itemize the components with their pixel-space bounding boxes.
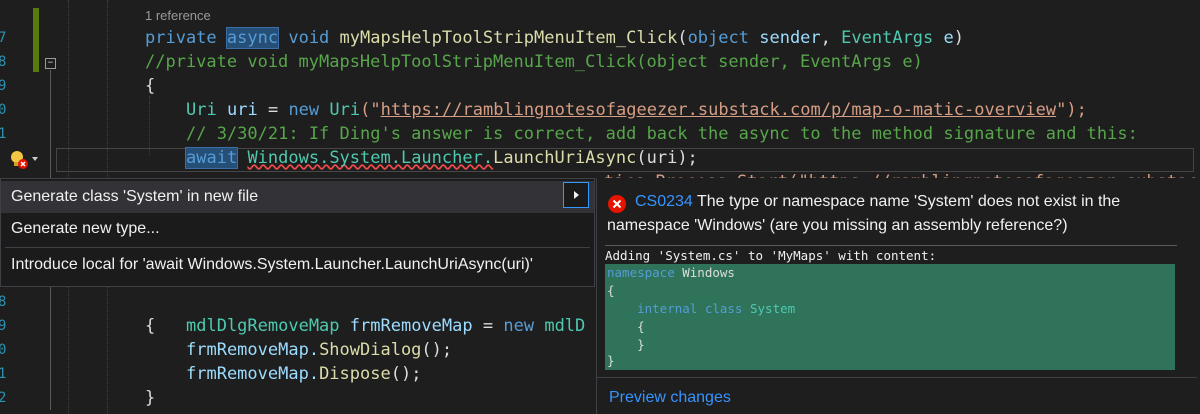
keyword: internal class: [607, 301, 743, 316]
method-name: Dispose: [319, 364, 391, 384]
preview-separator: [597, 377, 1197, 378]
variable: frmRemoveMap.: [186, 340, 320, 360]
chevron-right-icon: [574, 191, 579, 199]
namespace: Windows: [674, 265, 735, 280]
code-line: mdlDlgRemoveMap frmRemoveMap = new mdlD: [186, 314, 585, 338]
param: e: [943, 28, 954, 48]
adding-file-notice: Adding 'System.cs' to 'MyMaps' with cont…: [605, 245, 1177, 263]
diff-preview: namespace Windows { internal class Syste…: [605, 264, 1175, 370]
diff-line: {: [607, 319, 645, 334]
param: sender: [759, 28, 821, 48]
string: ");: [1056, 100, 1087, 120]
comment-line: // 3/30/21: If Ding's answer is correct,…: [186, 124, 1138, 144]
brace: {: [145, 76, 156, 96]
type-name: Uri: [329, 100, 361, 120]
diff-line: {: [607, 283, 615, 298]
menu-item-introduce-local[interactable]: Introduce local for 'await Windows.Syste…: [1, 249, 594, 281]
keyword-highlighted: await: [184, 147, 239, 169]
punct: =: [267, 100, 279, 120]
punct: ();: [390, 364, 422, 384]
diff-line: internal class System: [607, 300, 795, 318]
error-description: CS0234 The type or namespace name 'Syste…: [607, 190, 1187, 238]
code-line: frmRemoveMap.Dispose();: [186, 362, 421, 386]
preview-changes-link[interactable]: Preview changes: [609, 389, 731, 407]
variable: frmRemoveMap.: [186, 364, 320, 384]
variable: uri: [226, 100, 258, 120]
error-squiggle: Windows.System.Launcher.: [247, 148, 493, 168]
type-name: System: [742, 301, 796, 316]
menu-separator: [5, 247, 590, 248]
punct: ();: [421, 340, 453, 360]
keyword: object: [687, 28, 749, 48]
lightbulb-error-icon: [11, 151, 38, 169]
submenu-expand-button[interactable]: [563, 182, 589, 208]
method-name: LaunchUriAsync: [493, 148, 637, 168]
code-line: frmRemoveMap.ShowDialog();: [186, 338, 452, 362]
type-name: EventArgs: [841, 28, 934, 48]
type-name: mdlD: [544, 316, 586, 336]
type-name: Uri: [186, 100, 217, 120]
keyword: new: [288, 100, 320, 120]
brace: {: [145, 316, 156, 336]
menu-item-generate-class[interactable]: Generate class 'System' in new file: [1, 181, 594, 213]
diff-line: }: [607, 353, 615, 368]
url-link[interactable]: https://ramblingnotesofageezer.substack.…: [381, 100, 1057, 120]
quick-actions-lightbulb[interactable]: [6, 148, 42, 172]
punct: =: [482, 316, 494, 336]
keyword: namespace: [607, 265, 675, 280]
namespace: Windows.System.Launcher.: [247, 148, 494, 168]
reference-codelens[interactable]: 1 reference: [145, 8, 211, 23]
preview-pane: CS0234 The type or namespace name 'Syste…: [596, 178, 1197, 414]
code-line: private async void myMapsHelpToolStripMe…: [145, 26, 964, 50]
type-name: mdlDlgRemoveMap: [186, 316, 340, 336]
quick-actions-menu: Generate class 'System' in new file Gene…: [0, 178, 595, 287]
method-name: myMapsHelpToolStripMenuItem_Click: [339, 28, 678, 48]
diff-line: namespace Windows: [607, 264, 735, 282]
keyword: private: [145, 28, 217, 48]
punct: ,: [820, 28, 831, 48]
variable: frmRemoveMap: [349, 316, 473, 336]
keyword: new: [503, 316, 535, 336]
punct: (: [677, 28, 688, 48]
string: (": [360, 100, 381, 120]
code-line: Uri uri = new Uri("https://ramblingnotes…: [186, 98, 1087, 122]
menu-item-generate-type[interactable]: Generate new type...: [1, 213, 594, 245]
code-line[interactable]: await Windows.System.Launcher.LaunchUriA…: [184, 146, 698, 170]
comment-line: //private void myMapsHelpToolStripMenuIt…: [145, 52, 923, 72]
method-name: ShowDialog: [319, 340, 422, 360]
punct: (uri);: [636, 148, 698, 168]
keyword-highlighted: async: [225, 27, 280, 49]
error-code-link[interactable]: CS0234: [635, 193, 693, 210]
punct: ): [953, 28, 965, 48]
keyword: void: [288, 28, 330, 48]
brace: }: [145, 388, 156, 408]
